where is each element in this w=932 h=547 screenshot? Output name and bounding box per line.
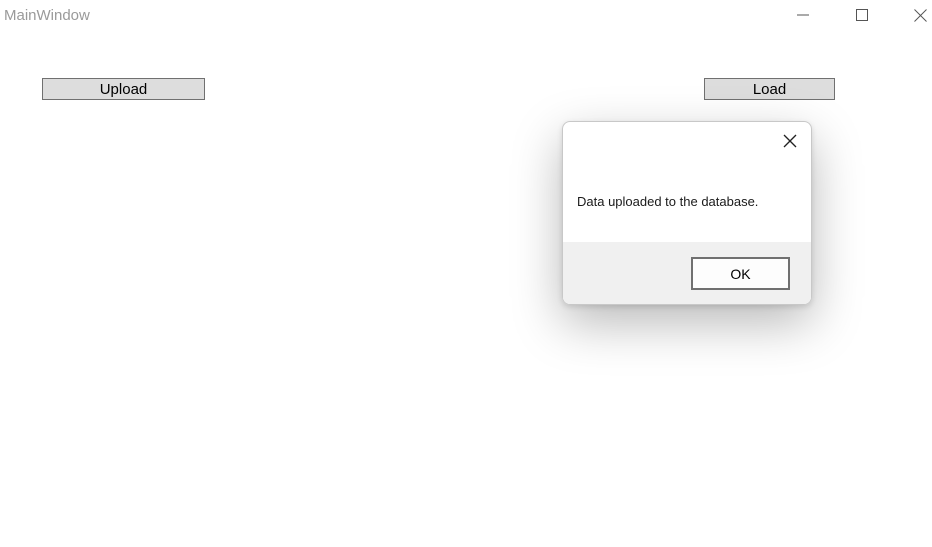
load-button[interactable]: Load: [704, 78, 835, 100]
close-window-button[interactable]: [897, 0, 932, 30]
upload-button[interactable]: Upload: [42, 78, 205, 100]
maximize-icon: [856, 9, 868, 21]
maximize-button[interactable]: [839, 0, 885, 30]
window-title: MainWindow: [4, 7, 90, 24]
ok-button-label: OK: [730, 265, 751, 282]
ok-button[interactable]: OK: [691, 257, 790, 290]
minimize-button[interactable]: [780, 0, 826, 30]
message-box: Data uploaded to the database. OK: [562, 121, 812, 305]
dialog-close-button[interactable]: [781, 132, 799, 150]
close-icon: [913, 8, 927, 22]
main-window: MainWindow Upload Load Data uploaded to …: [0, 0, 932, 547]
title-bar: MainWindow: [0, 0, 932, 32]
minimize-icon: [797, 14, 809, 16]
dialog-message: Data uploaded to the database.: [577, 194, 759, 209]
close-icon: [783, 134, 797, 148]
dialog-footer: OK: [563, 242, 811, 304]
load-button-label: Load: [752, 80, 787, 98]
upload-button-label: Upload: [99, 80, 148, 98]
